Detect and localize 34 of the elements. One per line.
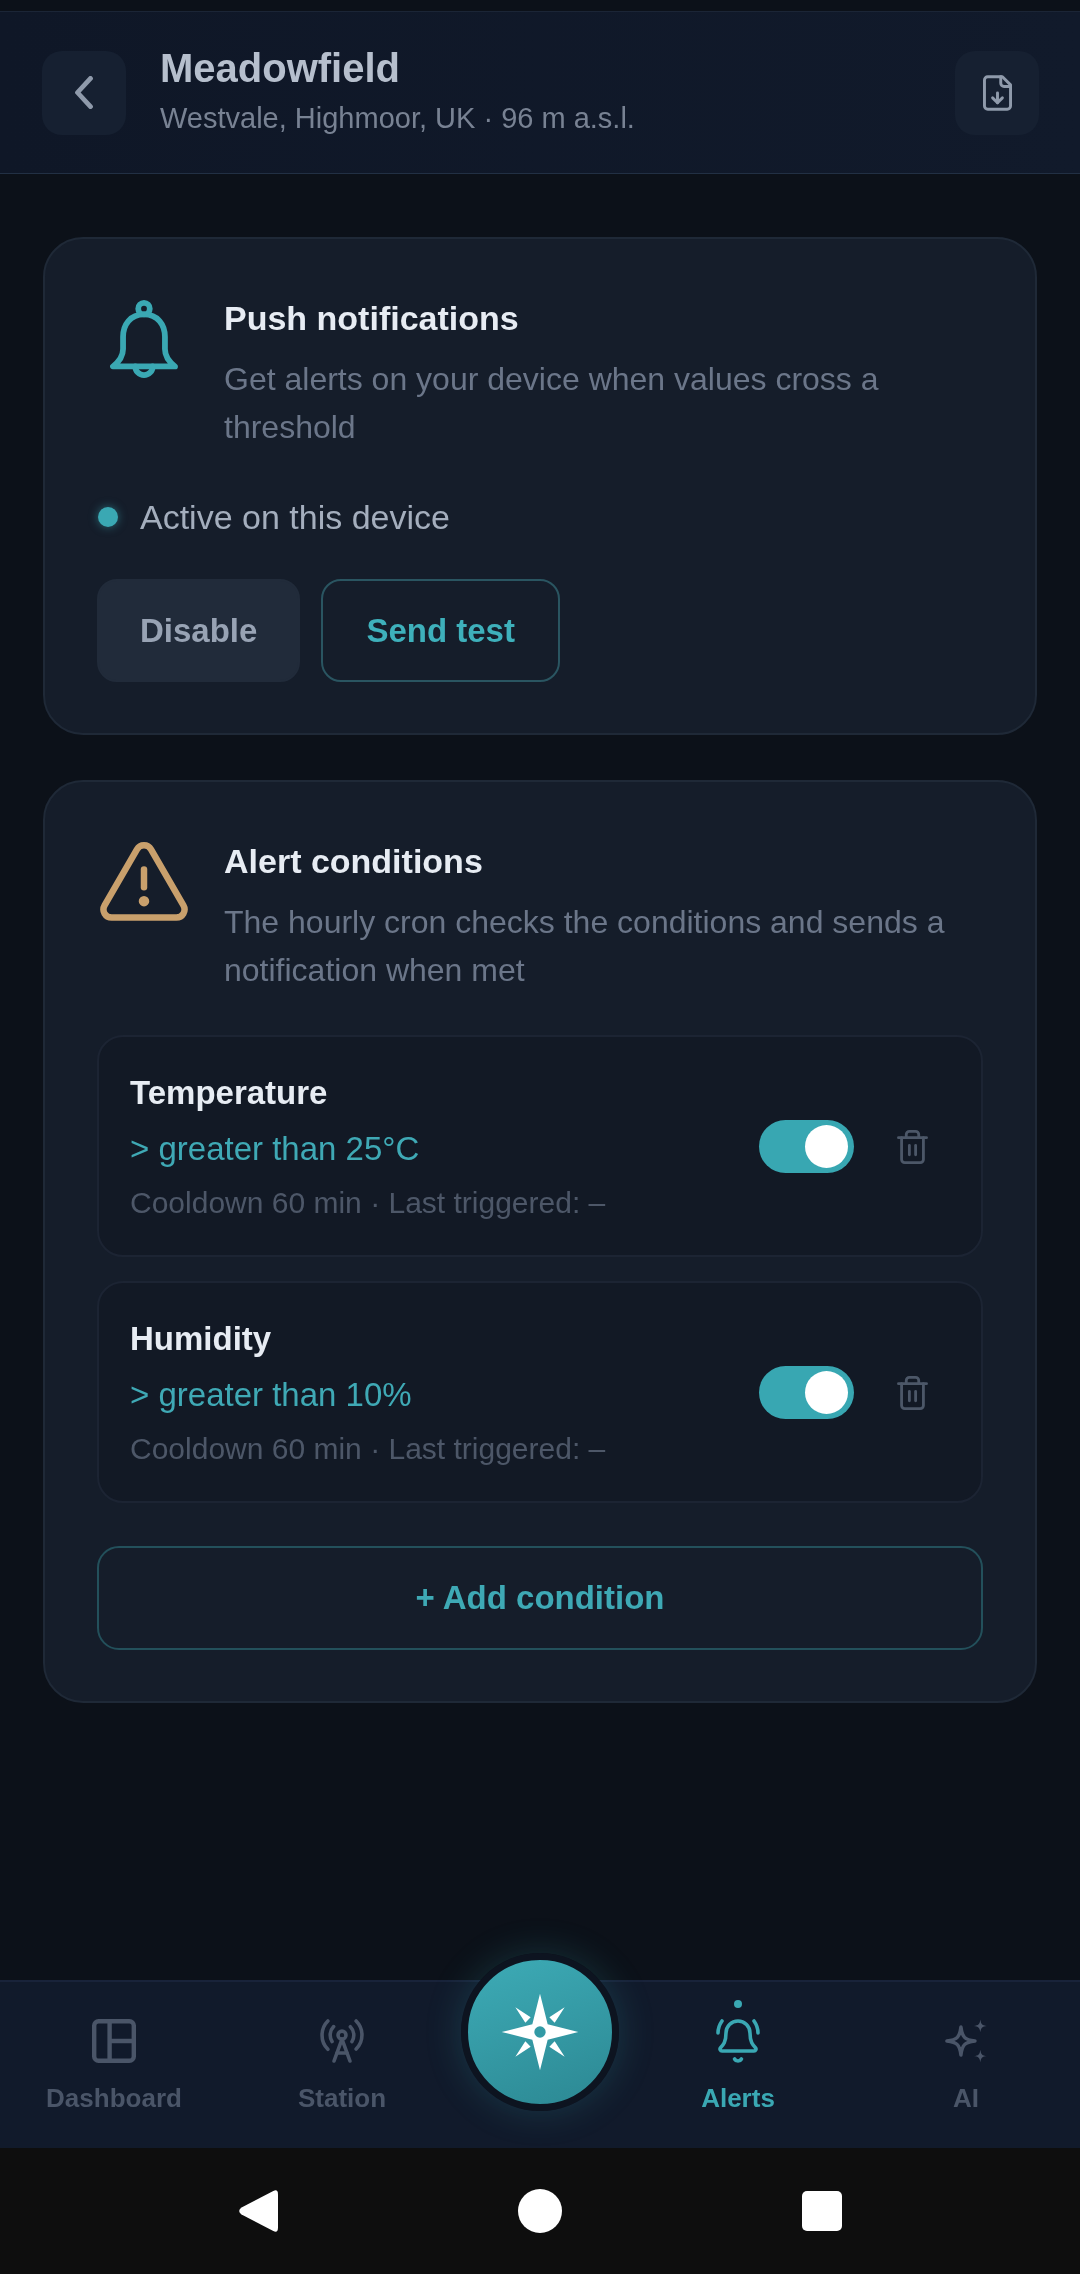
send-test-button[interactable]: Send test bbox=[321, 579, 560, 682]
condition-rule: > greater than 25°C bbox=[130, 1129, 421, 1169]
active-dot-icon bbox=[734, 2000, 742, 2008]
condition-rule: > greater than 10% bbox=[130, 1375, 413, 1415]
status-label: Active on this device bbox=[140, 497, 450, 537]
bell-icon bbox=[110, 300, 178, 378]
home-circle-icon[interactable] bbox=[518, 2189, 562, 2233]
condition-details: Cooldown 60 min · Last triggered: – bbox=[130, 1431, 607, 1467]
trash-icon[interactable] bbox=[897, 1375, 928, 1410]
back-button[interactable] bbox=[42, 50, 126, 135]
condition-name: Temperature bbox=[130, 1073, 329, 1113]
back-triangle-icon[interactable] bbox=[238, 2189, 278, 2233]
layout-panels-icon bbox=[92, 2019, 136, 2063]
toggle-switch[interactable] bbox=[759, 1366, 854, 1419]
add-condition-button[interactable]: + Add condition bbox=[97, 1546, 983, 1650]
chevron-left-icon bbox=[75, 76, 93, 109]
radio-tower-icon bbox=[318, 2019, 366, 2063]
trash-icon[interactable] bbox=[897, 1129, 928, 1164]
sparkles-icon bbox=[944, 2019, 988, 2063]
toggle-switch[interactable] bbox=[759, 1120, 854, 1173]
station-location: Westvale, Highmoor, UK · 96 m a.s.l. bbox=[160, 100, 636, 136]
card-description: Get alerts on your device when values cross a threshold bbox=[224, 360, 880, 447]
card-title: Push notifications bbox=[224, 298, 520, 339]
alerts-tab[interactable]: Alerts bbox=[624, 1982, 852, 2148]
file-download-icon bbox=[982, 74, 1012, 111]
condition-name: Humidity bbox=[130, 1319, 273, 1359]
card-title: Alert conditions bbox=[224, 841, 484, 882]
export-button[interactable] bbox=[955, 50, 1039, 135]
condition-details: Cooldown 60 min · Last triggered: – bbox=[130, 1185, 607, 1221]
bell-ring-icon bbox=[716, 2019, 760, 2063]
disable-button[interactable]: Disable bbox=[97, 579, 301, 682]
warning-icon bbox=[100, 842, 188, 921]
card-description: The hourly cron checks the conditions and sends a notification when met bbox=[224, 903, 946, 990]
station-title: Meadowfield bbox=[160, 44, 402, 92]
